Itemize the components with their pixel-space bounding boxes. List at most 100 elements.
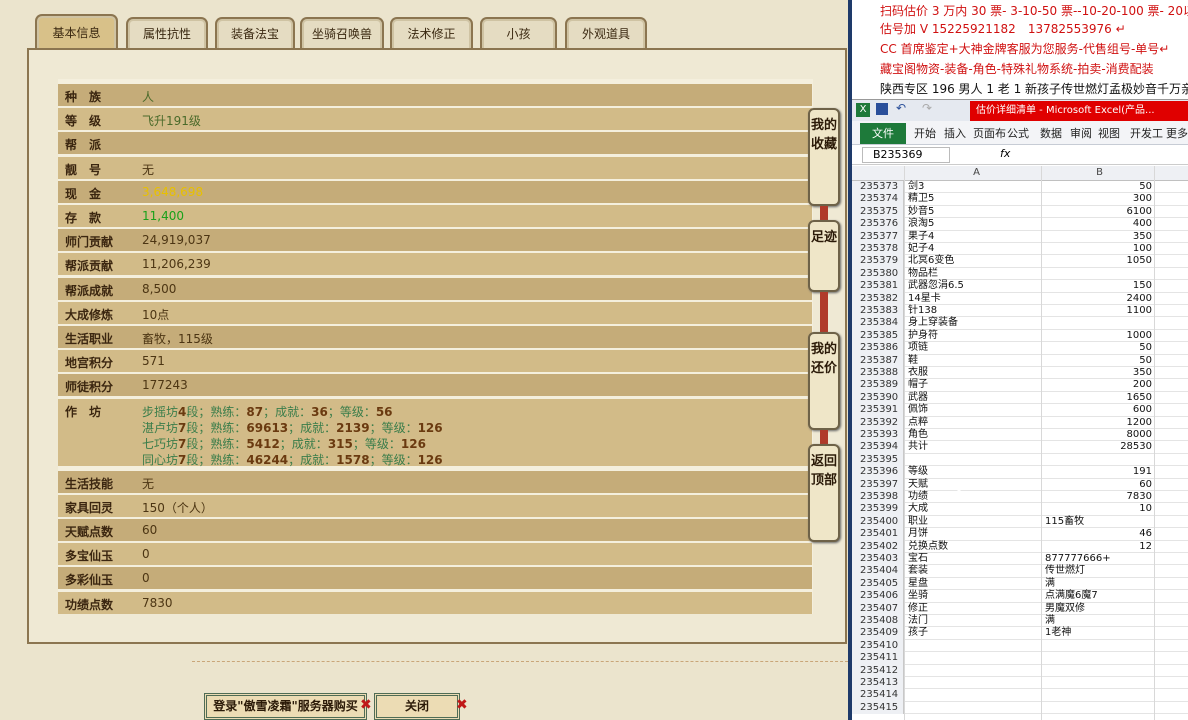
row-number[interactable]: 235376 xyxy=(852,218,904,231)
row-number[interactable]: 235400 xyxy=(852,515,904,529)
cell-a[interactable]: 职业 xyxy=(908,516,928,528)
cell-b[interactable]: 60 xyxy=(1045,479,1152,491)
cell-b[interactable]: 46 xyxy=(1045,528,1152,540)
cell-a[interactable]: 剑3 xyxy=(908,181,924,193)
cell-b[interactable]: 12 xyxy=(1045,541,1152,553)
row-number[interactable]: 235402 xyxy=(852,540,904,553)
cell-b[interactable]: 8000 xyxy=(1045,429,1152,441)
row-number[interactable]: 235388 xyxy=(852,367,904,380)
cell-b[interactable]: 10 xyxy=(1045,503,1152,515)
row-number[interactable]: 235381 xyxy=(852,280,904,293)
row-number[interactable]: 235405 xyxy=(852,577,904,591)
row-number[interactable]: 235396 xyxy=(852,466,904,479)
row-number[interactable]: 235408 xyxy=(852,615,904,628)
cell-a[interactable]: 坐骑 xyxy=(908,590,928,602)
row-number[interactable]: 235413 xyxy=(852,677,904,690)
cell-a[interactable]: 鞋 xyxy=(908,355,918,367)
cell-b[interactable]: 191 xyxy=(1045,466,1152,478)
cell-b[interactable]: 1000 xyxy=(1045,330,1152,342)
row-number[interactable]: 235385 xyxy=(852,329,904,343)
cell-a[interactable]: 孩子 xyxy=(908,627,928,639)
cell-a[interactable]: 项链 xyxy=(908,342,928,354)
login-server-buy-button[interactable]: 登录"傲雪凌霜"服务器购买 xyxy=(204,693,367,720)
cell-a[interactable]: 帽子 xyxy=(908,379,928,391)
cell-a[interactable]: 点粹 xyxy=(908,417,928,429)
cell-a[interactable]: 角色 xyxy=(908,429,928,441)
row-number[interactable]: 235415 xyxy=(852,701,904,715)
cell-b[interactable]: 877777666+ xyxy=(1045,553,1152,565)
row-number[interactable]: 235403 xyxy=(852,553,904,566)
tab-4[interactable]: 坐骑召唤兽 xyxy=(300,17,384,51)
tab-5[interactable]: 法术修正 xyxy=(390,17,473,51)
cell-b[interactable]: 6100 xyxy=(1045,206,1152,218)
cell-a[interactable]: 果子4 xyxy=(908,231,934,243)
cell-b[interactable]: 50 xyxy=(1045,342,1152,354)
row-number[interactable]: 235380 xyxy=(852,267,904,281)
cell-b[interactable]: 150 xyxy=(1045,280,1152,292)
tab-1[interactable]: 基本信息 xyxy=(35,14,118,51)
cell-a[interactable]: 护身符 xyxy=(908,330,938,342)
cell-b[interactable]: 400 xyxy=(1045,218,1152,230)
side-button-3[interactable]: 我的还价 xyxy=(808,332,840,430)
cell-a[interactable]: 妙音5 xyxy=(908,206,934,218)
cell-b[interactable]: 300 xyxy=(1045,193,1152,205)
row-number[interactable]: 235374 xyxy=(852,193,904,206)
row-number[interactable]: 235392 xyxy=(852,416,904,429)
row-number[interactable]: 235373 xyxy=(852,181,904,194)
row-number[interactable]: 235391 xyxy=(852,404,904,417)
ribbon-tab[interactable]: 视图 xyxy=(1098,125,1120,141)
cell-b[interactable]: 115畜牧 xyxy=(1045,516,1152,528)
cell-b[interactable]: 600 xyxy=(1045,404,1152,416)
row-number[interactable]: 235389 xyxy=(852,379,904,392)
row-number[interactable]: 235387 xyxy=(852,354,904,367)
side-button-1[interactable]: 我的收藏 xyxy=(808,108,840,206)
row-number[interactable]: 235383 xyxy=(852,305,904,318)
row-number[interactable]: 235386 xyxy=(852,342,904,355)
cell-a[interactable]: 星盘 xyxy=(908,578,928,590)
cell-b[interactable]: 满 xyxy=(1045,615,1152,627)
cell-a[interactable]: 针138 xyxy=(908,305,937,317)
row-number[interactable]: 235378 xyxy=(852,243,904,256)
row-number[interactable]: 235401 xyxy=(852,528,904,541)
close-button[interactable]: 关闭 xyxy=(374,693,460,720)
cell-b[interactable]: 50 xyxy=(1045,355,1152,367)
row-number[interactable]: 235379 xyxy=(852,255,904,268)
cell-a[interactable]: 月饼 xyxy=(908,528,928,540)
fx-icon[interactable]: fx xyxy=(1000,147,1010,160)
cell-a[interactable]: 宝石 xyxy=(908,553,928,565)
cell-a[interactable]: 修正 xyxy=(908,603,928,615)
row-number[interactable]: 235377 xyxy=(852,230,904,243)
row-number[interactable]: 235394 xyxy=(852,441,904,454)
cell-b[interactable]: 100 xyxy=(1045,243,1152,255)
side-button-2[interactable]: 足迹 xyxy=(808,220,840,292)
cell-b[interactable]: 2400 xyxy=(1045,293,1152,305)
row-number[interactable]: 235397 xyxy=(852,478,904,491)
row-number[interactable]: 235399 xyxy=(852,503,904,516)
cell-b[interactable]: 传世燃灯 xyxy=(1045,565,1152,577)
cell-b[interactable]: 7830 xyxy=(1045,491,1152,503)
cell-a[interactable]: 兑换点数 xyxy=(908,541,948,553)
col-header-a[interactable]: A xyxy=(908,167,1045,178)
cell-a[interactable]: 14星卡 xyxy=(908,293,941,305)
ribbon-tab[interactable]: 开始 xyxy=(914,125,936,141)
col-header-b[interactable]: B xyxy=(1045,167,1154,178)
row-number[interactable]: 235407 xyxy=(852,602,904,615)
name-box[interactable]: B235369 xyxy=(862,147,950,163)
cell-a[interactable]: 大成 xyxy=(908,503,928,515)
cell-b[interactable]: 男魔双修 xyxy=(1045,603,1152,615)
tab-6[interactable]: 小孩 xyxy=(480,17,557,51)
cell-a[interactable]: 北冥6变色 xyxy=(908,255,954,267)
row-number[interactable]: 235404 xyxy=(852,565,904,578)
cell-b[interactable]: 满 xyxy=(1045,578,1152,590)
row-number[interactable]: 235410 xyxy=(852,639,904,653)
cell-a[interactable]: 精卫5 xyxy=(908,193,934,205)
cell-a[interactable]: 浪淘5 xyxy=(908,218,934,230)
row-number[interactable]: 235375 xyxy=(852,205,904,219)
row-number[interactable]: 235406 xyxy=(852,590,904,603)
undo-icon[interactable]: ↶ xyxy=(896,101,906,115)
cell-a[interactable]: 佩饰 xyxy=(908,404,928,416)
cell-a[interactable]: 等级 xyxy=(908,466,928,478)
row-number[interactable]: 235395 xyxy=(852,453,904,467)
cell-b[interactable]: 350 xyxy=(1045,231,1152,243)
row-number[interactable]: 235398 xyxy=(852,491,904,504)
